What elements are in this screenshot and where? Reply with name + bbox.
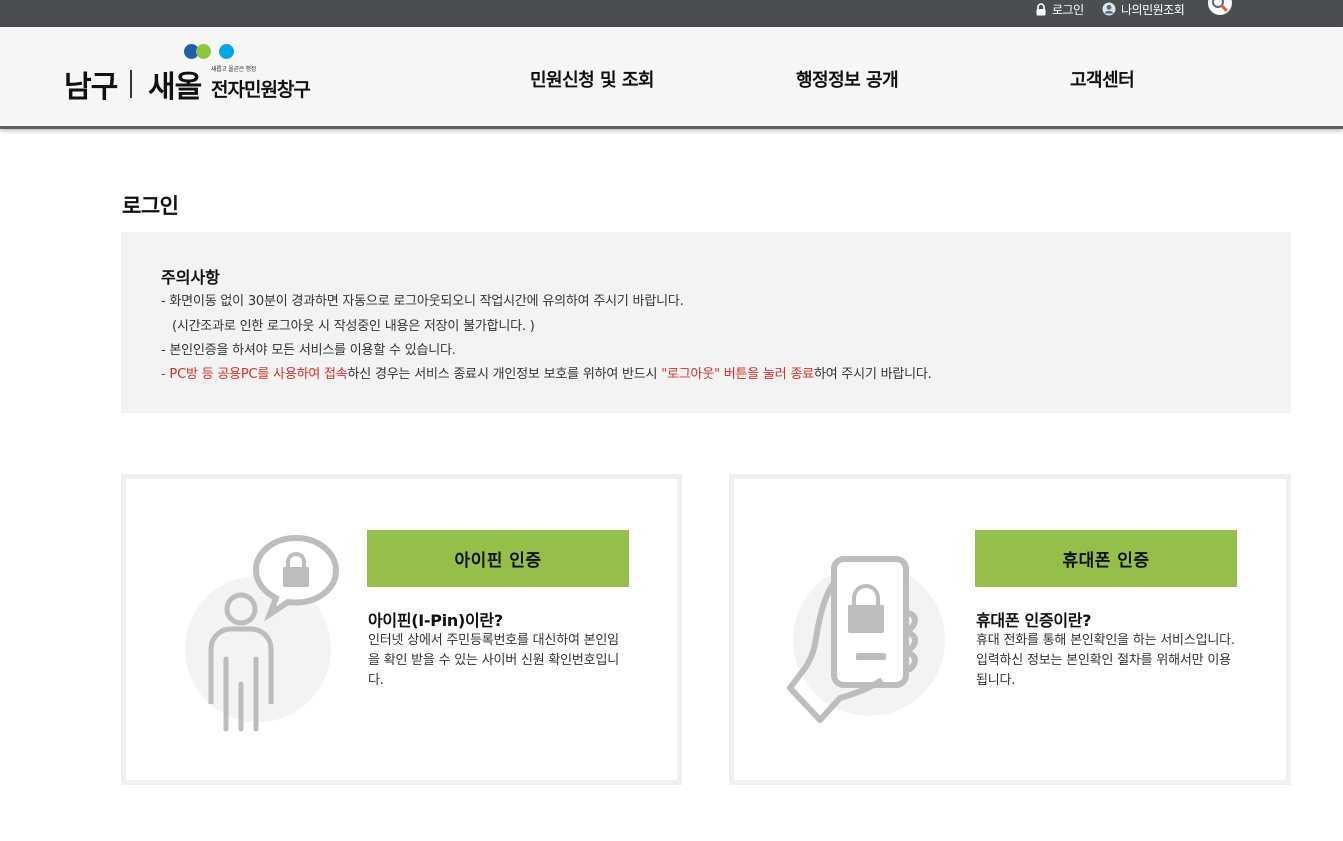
phone-auth-button[interactable]: 휴대폰 인증: [975, 530, 1237, 587]
person-lock-icon: [208, 534, 340, 732]
nav-item-customer-center[interactable]: 고객센터: [1070, 66, 1135, 92]
user-icon: [1102, 2, 1116, 16]
logo-subtitle: 전자민원창구: [211, 79, 311, 101]
logo-dot-cyan: [219, 44, 234, 59]
phone-desc-title: 휴대폰 인증이란?: [976, 611, 1092, 630]
nav-item-civil-requests[interactable]: 민원신청 및 조회: [530, 66, 654, 92]
notice-title: 주의사항: [161, 268, 220, 287]
search-icon: [1208, 0, 1232, 15]
logo-district: 남구: [64, 70, 118, 105]
lock-icon: [1035, 2, 1047, 16]
top-utility-bar: 로그인 나의민원조회: [0, 0, 1343, 27]
notice-public-pc-end: 하여 주시기 바랍니다.: [813, 367, 932, 382]
logo-brand: 새올: [148, 70, 202, 105]
notice-line-auth: - 본인인증을 하셔야 모든 서비스를 이용할 수 있습니다.: [161, 343, 456, 358]
site-logo[interactable]: 남구 새올 새롭고 올곧은 행정 전자민원창구: [64, 44, 329, 114]
notice-line-timeout-note: (시간조과로 인한 로그아웃 시 작성중인 내용은 저장이 불가합니다. ): [172, 319, 535, 334]
site-header: 남구 새올 새롭고 올곧은 행정 전자민원창구 민원신청 및 조회 행정정보 공…: [0, 27, 1343, 129]
logo-dot-green: [196, 44, 211, 59]
my-requests-link[interactable]: 나의민원조회: [1102, 0, 1185, 18]
nav-item-admin-info[interactable]: 행정정보 공개: [796, 66, 899, 92]
phone-desc-text: 휴대 전화를 통해 본인확인을 하는 서비스입니다. 입력하신 정보는 본인확인…: [976, 633, 1235, 688]
notice-logout-warning: "로그아웃" 버튼을 눌러 종료: [661, 367, 814, 382]
notice-public-pc-text: 하신 경우는 서비스 종료시 개인정보 보호를 위하여 반드시: [347, 367, 662, 382]
ipin-auth-button[interactable]: 아이핀 인증: [367, 530, 629, 587]
notice-line-public-pc: - PC방 등 공용PC를 사용하여 접속하신 경우는 서비스 종료시 개인정보…: [161, 363, 932, 382]
phone-lock-icon: [787, 556, 918, 723]
notice-line-timeout: - 화면이동 없이 30분이 경과하면 자동으로 로그아웃되오니 작업시간에 유…: [161, 294, 684, 309]
logo-slogan: 새롭고 올곧은 행정: [211, 66, 256, 73]
my-requests-label: 나의민원조회: [1121, 2, 1185, 17]
login-link-label: 로그인: [1052, 2, 1084, 17]
ipin-desc-text: 인터넷 상에서 주민등록번호를 대신하여 본인임을 확인 받을 수 있는 사이버…: [368, 633, 619, 688]
logo-divider: [130, 70, 132, 98]
ipin-auth-card: 아이핀 인증 아이핀(I-Pin)이란? 인터넷 상에서 주민등록번호를 대신하…: [121, 474, 682, 785]
notice-public-pc-warning: - PC방 등 공용PC를 사용하여 접속: [161, 367, 348, 382]
search-button[interactable]: [1207, 0, 1233, 18]
page-title: 로그인: [122, 194, 179, 218]
ipin-desc-title: 아이핀(I-Pin)이란?: [368, 611, 503, 630]
notice-box: 주의사항 - 화면이동 없이 30분이 경과하면 자동으로 로그아웃되오니 작업…: [121, 232, 1291, 413]
login-link[interactable]: 로그인: [1035, 0, 1084, 18]
phone-auth-card: 휴대폰 인증 휴대폰 인증이란? 휴대 전화를 통해 본인확인을 하는 서비스입…: [729, 474, 1291, 785]
